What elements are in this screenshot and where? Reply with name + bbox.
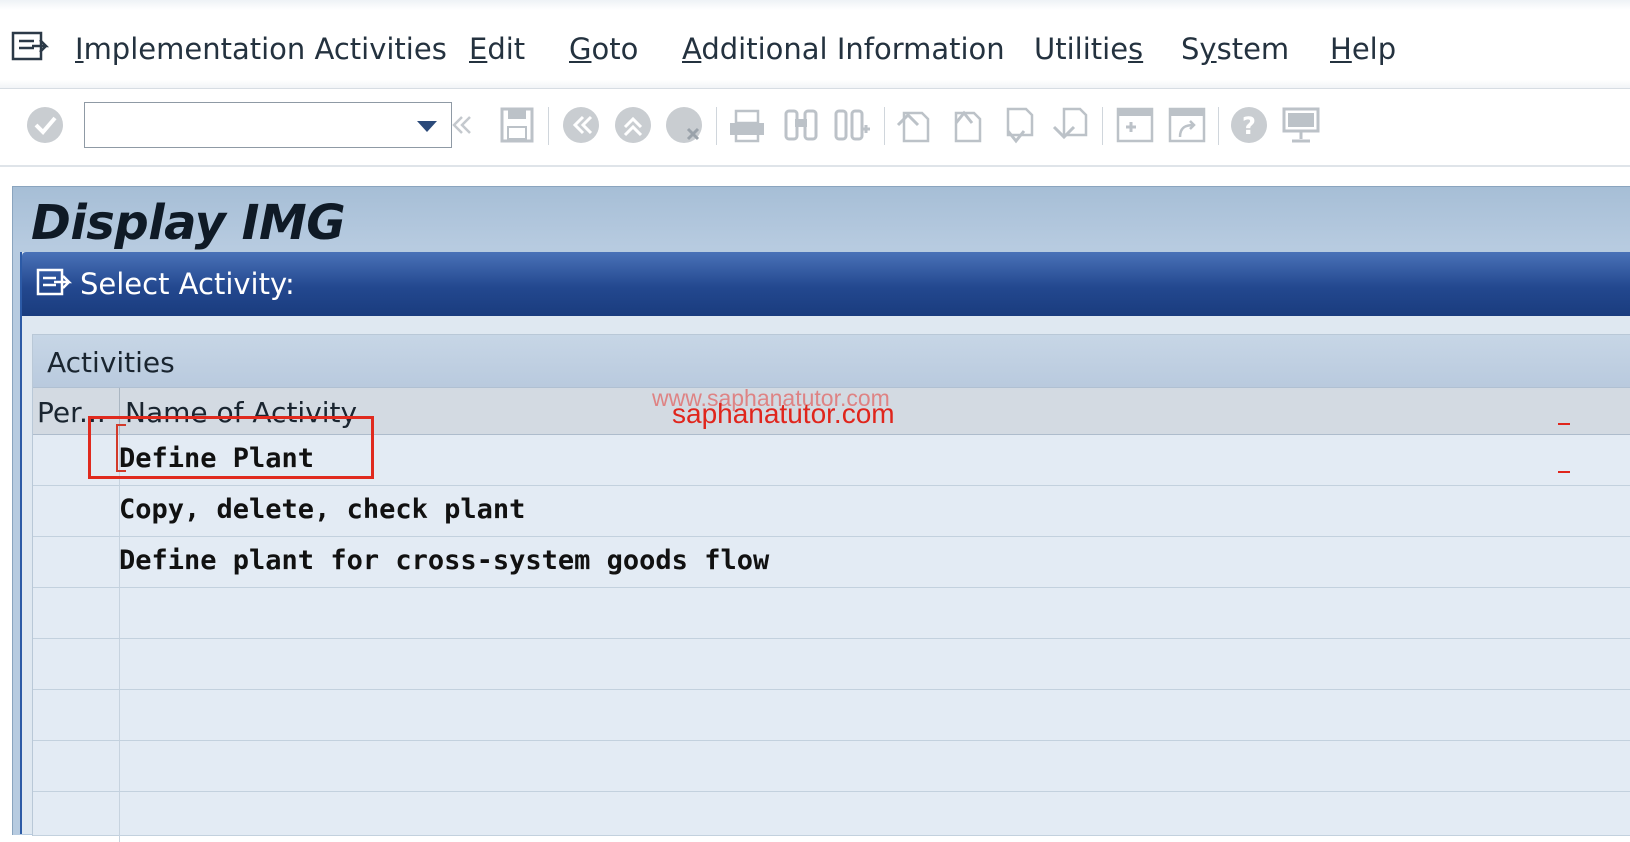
menu-additional-information[interactable]: Additional Information [682,32,1005,66]
activity-define-plant-cross-system[interactable]: Define plant for cross-system goods flow [119,545,769,576]
command-field[interactable] [84,102,452,148]
back-double-chevron-icon[interactable] [444,103,478,147]
dialog-header: Select Activity: [22,252,1630,316]
cancel-icon[interactable] [664,103,706,147]
command-dropdown-icon[interactable] [417,121,437,132]
menu-edit[interactable]: Edit [469,32,525,66]
shortcut-icon[interactable] [1166,103,1208,147]
back-icon[interactable] [560,103,602,147]
menu-system[interactable]: System [1181,32,1289,66]
selection-cursor [116,424,126,472]
table-row [33,690,1630,741]
table-row[interactable]: Copy, delete, check plant [33,486,1630,537]
watermark-text: saphanatutor.com [672,398,895,429]
create-session-icon[interactable] [1114,103,1156,147]
find-next-icon[interactable] [832,103,874,147]
panel-title-bar: Activities [33,335,1630,388]
print-icon[interactable] [726,103,768,147]
table-row [33,792,1630,842]
menu-help[interactable]: Help [1330,32,1396,66]
previous-page-icon[interactable] [946,103,988,147]
svg-text:?: ? [1242,112,1256,140]
table-row[interactable]: Define plant for cross-system goods flow [33,537,1630,588]
selection-edge-tick [1558,423,1570,425]
menu-bar: Implementation Activities Edit Goto Addi… [0,0,1630,89]
toolbar: ? [0,89,1630,167]
first-page-icon[interactable] [894,103,936,147]
highlight-box [88,416,374,479]
save-icon[interactable] [496,103,538,147]
table-row [33,741,1630,792]
select-activity-dialog: Select Activity: Activities Per... Name … [20,252,1630,842]
page-title: Display IMG [31,195,346,251]
help-icon[interactable]: ? [1228,103,1270,147]
selection-edge-tick [1558,471,1570,473]
menu-goto[interactable]: Goto [569,32,638,66]
customize-layout-icon[interactable] [1280,103,1322,147]
enter-icon[interactable] [24,103,66,147]
menu-utilities[interactable]: Utilities [1034,32,1143,66]
menu-implementation-activities[interactable]: Implementation Activities [75,32,447,66]
dialog-menu-icon[interactable] [36,268,73,298]
find-icon[interactable] [780,103,822,147]
exit-icon[interactable] [612,103,654,147]
next-page-icon[interactable] [998,103,1040,147]
table-row [33,588,1630,639]
dialog-title: Select Activity: [80,267,295,301]
table-row [33,639,1630,690]
menu-icon[interactable] [10,30,50,64]
last-page-icon[interactable] [1050,103,1092,147]
activity-copy-delete-check-plant[interactable]: Copy, delete, check plant [119,494,525,525]
panel-title: Activities [47,346,175,379]
